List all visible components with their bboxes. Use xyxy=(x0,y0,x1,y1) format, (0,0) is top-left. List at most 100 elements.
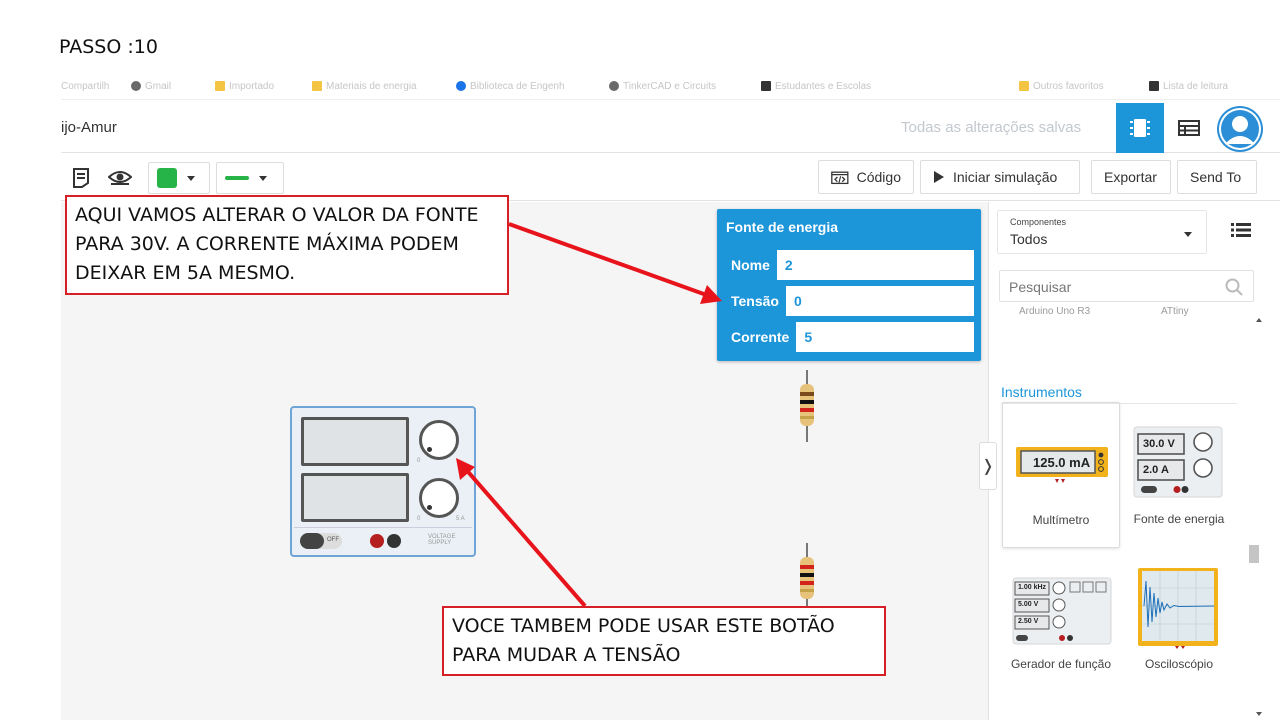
folder-icon xyxy=(215,81,225,91)
annotation-bottom: VOCE TAMBEM PODE USAR ESTE BOTÃO PARA MU… xyxy=(442,606,886,676)
voltage-label: Tensão xyxy=(724,286,786,316)
list-view-button[interactable] xyxy=(1231,222,1251,243)
section-instruments: Instrumentos xyxy=(1001,384,1082,400)
properties-inspector: Fonte de energia Nome 2 Tensão 0 Corrent… xyxy=(717,209,981,361)
amplitude-display: 5.00 V xyxy=(1018,601,1039,608)
voltage-field[interactable]: Tensão 0 xyxy=(723,285,975,317)
chip-icon xyxy=(1130,119,1150,137)
multimeter-display: 125.0 mA xyxy=(1033,455,1091,470)
positive-terminal[interactable] xyxy=(370,534,384,548)
editor-toolbar: Código Iniciar simulação Exportar Send T… xyxy=(61,154,1280,201)
send-to-button[interactable]: Send To xyxy=(1177,160,1257,194)
power-supply[interactable]: 0 0 5 A OFF VOLTAGE SUPPLY xyxy=(290,406,476,557)
search-input[interactable]: Pesquisar xyxy=(999,270,1254,302)
code-icon xyxy=(831,171,849,185)
voltage-display xyxy=(301,417,409,466)
frequency-display: 1.00 kHz xyxy=(1018,584,1047,591)
bookmark-item[interactable]: Biblioteca de Engenh xyxy=(456,80,592,92)
export-button[interactable]: Exportar xyxy=(1091,160,1171,194)
component-list-button[interactable] xyxy=(1165,103,1213,153)
component-label-faded: Arduino Uno R3 xyxy=(1019,306,1091,317)
voltage-knob[interactable] xyxy=(419,420,459,460)
knob-min-label: 0 xyxy=(417,516,421,522)
offset-display: 2.50 V xyxy=(1018,618,1039,625)
current-label: Corrente xyxy=(724,322,797,352)
code-button[interactable]: Código xyxy=(818,160,914,194)
bookmark-item[interactable]: Estudantes e Escolas xyxy=(761,80,901,92)
power-supply-icon xyxy=(1133,426,1223,498)
component-label-faded: ATtiny xyxy=(1161,306,1189,317)
reading-list-icon xyxy=(1149,81,1159,91)
resistor[interactable] xyxy=(798,543,816,615)
visibility-button[interactable] xyxy=(108,166,132,190)
site-icon xyxy=(609,81,619,91)
eye-icon xyxy=(108,171,132,185)
search-icon xyxy=(1225,278,1243,296)
name-label: Nome xyxy=(724,250,777,280)
notes-icon xyxy=(73,168,89,188)
project-name[interactable]: ijo-Amur xyxy=(61,119,117,136)
knob-min-label: 0 xyxy=(417,458,421,464)
slide-title: PASSO :10 xyxy=(59,36,158,58)
multimeter-item[interactable]: 125.0 mA Multímetro xyxy=(1002,402,1120,548)
app-header: ijo-Amur Todas as alterações salvas xyxy=(61,103,1280,153)
table-icon xyxy=(1178,120,1200,136)
voltage-value[interactable]: 0 xyxy=(786,286,802,316)
oscilloscope-icon xyxy=(1138,568,1218,649)
name-field[interactable]: Nome 2 xyxy=(723,249,975,281)
oscilloscope-item[interactable]: Osciloscópio xyxy=(1120,567,1238,713)
chevron-down-icon xyxy=(1184,232,1192,237)
bookmarks-bar: Compartilh Gmail Importado Materiais de … xyxy=(61,72,1280,100)
folder-icon xyxy=(1019,81,1029,91)
notes-button[interactable] xyxy=(69,166,93,190)
chevron-down-icon xyxy=(259,175,267,181)
save-status: Todas as alterações salvas xyxy=(901,119,1082,136)
bookmark-item[interactable]: Lista de leitura xyxy=(1149,80,1279,92)
site-icon xyxy=(761,81,771,91)
scroll-down-arrow[interactable] xyxy=(1256,712,1262,716)
chevron-right-icon: ❭ xyxy=(981,458,995,475)
color-swatch xyxy=(157,168,177,188)
function-generator-item[interactable]: 1.00 kHz 5.00 V 2.50 V Gerador de função xyxy=(1002,567,1120,713)
start-simulation-button[interactable]: Iniciar simulação xyxy=(920,160,1080,194)
user-icon xyxy=(1219,108,1261,150)
folder-icon xyxy=(312,81,322,91)
resistor[interactable] xyxy=(798,370,816,442)
wire-icon xyxy=(225,176,249,180)
power-supply-item[interactable]: 30.0 V 2.0 A Fonte de energia xyxy=(1120,402,1238,548)
psu-bottom-bar: OFF VOLTAGE SUPPLY xyxy=(294,527,472,553)
components-panel: Componentes Todos Pesquisar Arduino Uno … xyxy=(988,202,1280,720)
inspector-title: Fonte de energia xyxy=(726,219,839,235)
negative-terminal[interactable] xyxy=(387,534,401,548)
wire-type-picker[interactable] xyxy=(216,162,284,194)
knob-max-label: 5 A xyxy=(456,516,465,522)
color-picker[interactable] xyxy=(148,162,210,194)
site-icon xyxy=(456,81,466,91)
current-field[interactable]: Corrente 5 xyxy=(723,321,975,353)
bookmark-item[interactable]: Gmail xyxy=(131,80,201,92)
bookmark-item[interactable]: Outros favoritos xyxy=(1019,80,1131,92)
chevron-down-icon xyxy=(187,175,195,181)
bookmark-item[interactable]: Importado xyxy=(215,80,295,92)
bookmark-item[interactable]: Materiais de energia xyxy=(312,80,442,92)
power-supply-voltage-display: 30.0 V xyxy=(1143,438,1175,450)
gmail-icon xyxy=(131,81,141,91)
user-avatar[interactable] xyxy=(1217,106,1263,152)
bookmark-item[interactable]: TinkerCAD e Circuits xyxy=(609,80,749,92)
scroll-up-arrow[interactable] xyxy=(1256,318,1262,322)
annotation-top: AQUI VAMOS ALTERAR O VALOR DA FONTE PARA… xyxy=(65,195,509,295)
current-value[interactable]: 5 xyxy=(796,322,812,352)
power-supply-current-display: 2.0 A xyxy=(1143,464,1169,476)
name-value[interactable]: 2 xyxy=(777,250,793,280)
list-icon xyxy=(1231,223,1251,237)
panel-scrollbar[interactable] xyxy=(1249,545,1259,563)
collapse-panel-button[interactable]: ❭ xyxy=(979,442,997,490)
play-icon xyxy=(934,171,944,183)
current-display xyxy=(301,473,409,522)
power-switch[interactable]: OFF xyxy=(300,533,342,549)
components-category-select[interactable]: Componentes Todos xyxy=(997,210,1207,254)
psu-brand-label: VOLTAGE SUPPLY xyxy=(428,534,456,546)
bookmark-item[interactable]: Compartilh xyxy=(61,80,119,92)
circuit-view-button[interactable] xyxy=(1116,103,1164,153)
current-knob[interactable] xyxy=(419,478,459,518)
